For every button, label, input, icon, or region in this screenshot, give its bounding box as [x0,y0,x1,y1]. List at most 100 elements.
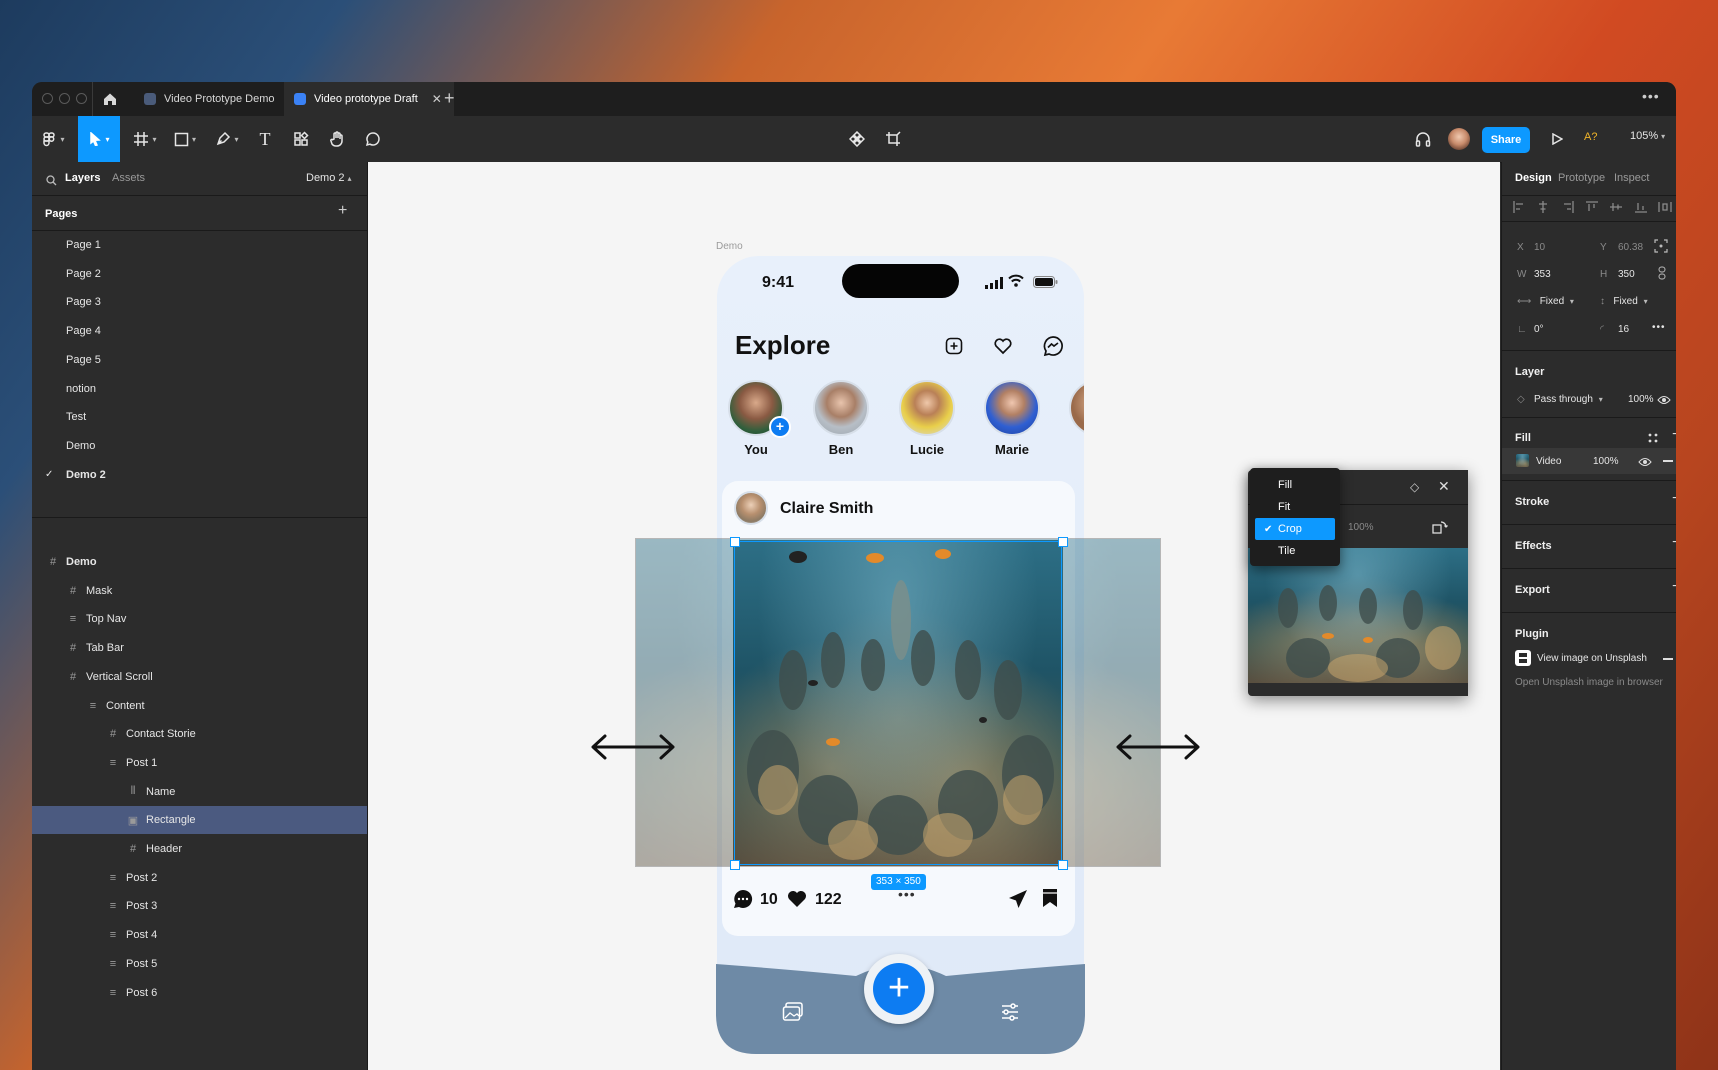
remove-fill-icon[interactable] [1663,460,1673,462]
add-effect-button[interactable]: + [1672,534,1676,552]
post-author[interactable]: Claire Smith [780,500,873,518]
close-tab-icon[interactable]: ✕ [432,92,442,106]
menu-item-fill[interactable]: Fill [1250,474,1334,496]
layer-item[interactable]: # Contact Storie [32,720,367,748]
zoom-window-button[interactable] [76,93,87,104]
search-icon[interactable] [46,173,57,191]
page-item[interactable]: Page 3 [32,288,367,316]
create-button[interactable]: + [864,954,934,1024]
align-top-icon[interactable] [1585,200,1599,214]
layer-item[interactable]: ⦀ Name [32,778,367,806]
frame-label[interactable]: Demo [716,241,743,252]
layer-item[interactable]: ▣ Rectangle [32,806,367,835]
story-marie[interactable]: Marie [982,380,1042,457]
align-bottom-icon[interactable] [1634,200,1648,214]
styles-grid-icon[interactable] [1648,430,1658,448]
align-left-icon[interactable] [1512,200,1526,214]
story-partial[interactable]: C [1067,380,1084,457]
absolute-position-icon[interactable] [1654,239,1668,258]
align-center-h-icon[interactable] [1536,200,1550,214]
h-field[interactable]: 350 [1618,269,1635,280]
heart-icon[interactable] [993,336,1013,361]
resize-handle[interactable] [1058,860,1068,870]
layer-opacity-field[interactable]: 100% [1628,394,1654,405]
eye-icon[interactable] [1657,393,1671,411]
corner-radius-field[interactable]: 16 [1618,324,1629,335]
tab-video-prototype-draft[interactable]: Video prototype Draft ✕ [284,82,454,116]
page-item[interactable]: Page 4 [32,317,367,345]
send-icon[interactable] [1007,888,1029,915]
story-ben[interactable]: Ben [811,380,871,457]
more-corner-options-icon[interactable]: ••• [1652,322,1666,333]
tab-assets[interactable]: Assets [112,172,145,184]
crop-icon[interactable] [880,116,906,162]
story-you[interactable]: + You [726,380,791,457]
layer-item[interactable]: ≡ Post 4 [32,921,367,949]
x-field[interactable]: 10 [1534,242,1545,253]
tab-video-prototype-demo[interactable]: Video Prototype Demo [136,82,290,116]
align-right-icon[interactable] [1561,200,1575,214]
messenger-icon[interactable] [1042,335,1064,362]
add-story-icon[interactable]: + [769,416,791,438]
y-field[interactable]: 60.38 [1618,242,1643,253]
more-icon[interactable]: ••• [1642,88,1660,104]
minimize-window-button[interactable] [59,93,70,104]
page-item[interactable]: Page 5 [32,346,367,374]
resize-handle[interactable] [1058,537,1068,547]
zoom-dropdown[interactable]: 105% ▾ [1630,130,1665,142]
avatar[interactable] [1448,128,1470,150]
tab-prototype[interactable]: Prototype [1558,172,1605,184]
constrain-proportions-icon[interactable] [1657,266,1667,285]
close-icon[interactable]: ✕ [1438,478,1450,495]
layer-item[interactable]: ≡ Post 5 [32,950,367,978]
component-icon[interactable] [844,116,870,162]
page-switcher[interactable]: Demo 2 ▴ [306,172,352,184]
menu-item-tile[interactable]: Tile [1250,540,1334,562]
resize-handle[interactable] [730,860,740,870]
add-export-button[interactable]: + [1672,578,1676,596]
layer-item[interactable]: # Header [32,835,367,863]
layer-item[interactable]: ≡ Top Nav [32,605,367,633]
page-item[interactable]: Page 2 [32,260,367,288]
move-tool-button[interactable]: ▾ [78,116,120,162]
layer-item[interactable]: # Mask [32,577,367,605]
layer-item[interactable]: # Vertical Scroll [32,663,367,691]
settings-sliders-icon[interactable] [1000,1002,1020,1027]
hand-tool-button[interactable] [322,116,352,162]
blend-mode-dropdown[interactable]: Pass through ▾ [1534,394,1603,405]
bookmark-icon[interactable] [1041,888,1059,913]
vertical-sizing-dropdown[interactable]: ↕ Fixed ▾ [1600,296,1648,307]
layer-item[interactable]: ≡ Post 1 [32,749,367,777]
tab-design[interactable]: Design [1515,172,1552,184]
eye-icon[interactable] [1638,455,1652,473]
text-tool-button[interactable]: T [250,116,280,162]
shape-tool-button[interactable]: ▾ [168,116,202,162]
image-preview[interactable] [1248,548,1468,683]
align-center-v-icon[interactable] [1609,200,1623,214]
add-stroke-button[interactable]: + [1672,490,1676,508]
fill-opacity-field[interactable]: 100% [1593,456,1619,467]
page-item[interactable]: Test [32,403,367,431]
avatar[interactable] [734,491,768,525]
page-item[interactable]: notion [32,375,367,403]
like-icon[interactable] [786,888,808,915]
add-post-icon[interactable] [944,336,964,361]
new-tab-button[interactable]: + [444,88,455,109]
layer-item[interactable]: ≡ Post 3 [32,892,367,920]
fill-thumbnail[interactable] [1516,454,1529,467]
resources-tool-button[interactable] [286,116,316,162]
remove-plugin-icon[interactable] [1663,658,1673,660]
plugin-indicator[interactable]: A? [1584,131,1597,143]
page-item[interactable]: ✓ Demo 2 [32,461,367,489]
frame-tool-button[interactable]: ▾ [128,116,162,162]
add-page-button[interactable]: + [338,202,347,220]
rotate-image-icon[interactable] [1432,520,1448,539]
layer-item[interactable]: ≡ Post 6 [32,979,367,1007]
comment-tool-button[interactable] [358,116,388,162]
resize-handle[interactable] [730,537,740,547]
plugin-name[interactable]: View image on Unsplash [1537,653,1647,664]
story-lucie[interactable]: Lucie [897,380,957,457]
page-item[interactable]: Demo [32,432,367,460]
distribute-icon[interactable] [1658,200,1672,214]
gallery-icon[interactable] [782,1002,804,1027]
